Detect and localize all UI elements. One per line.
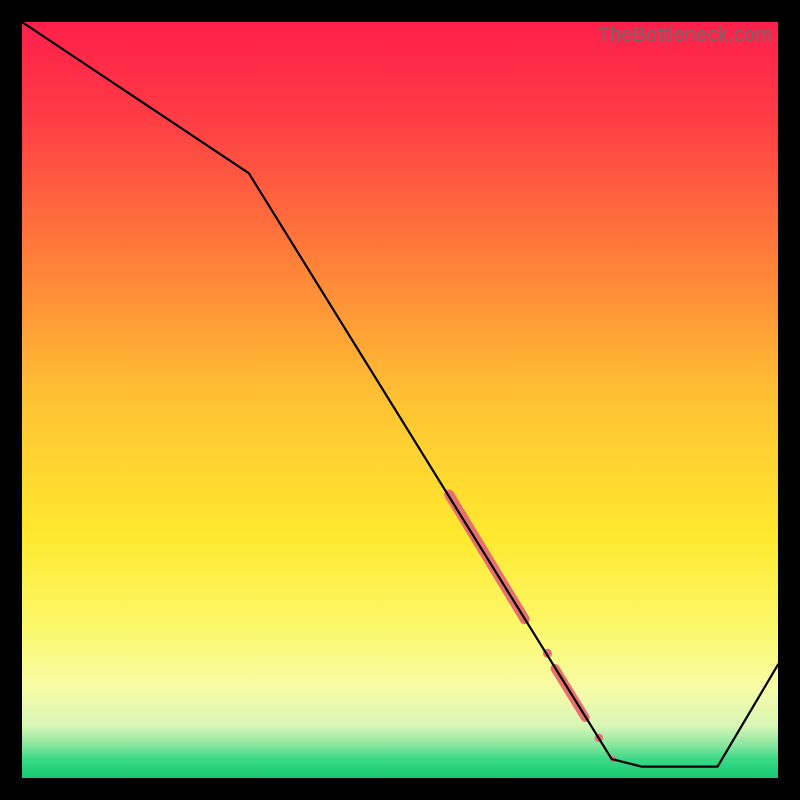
chart-background [22, 22, 778, 778]
watermark-text: TheBottleneck.com [597, 24, 772, 47]
chart-svg [22, 22, 778, 778]
chart-frame: TheBottleneck.com [22, 22, 778, 778]
